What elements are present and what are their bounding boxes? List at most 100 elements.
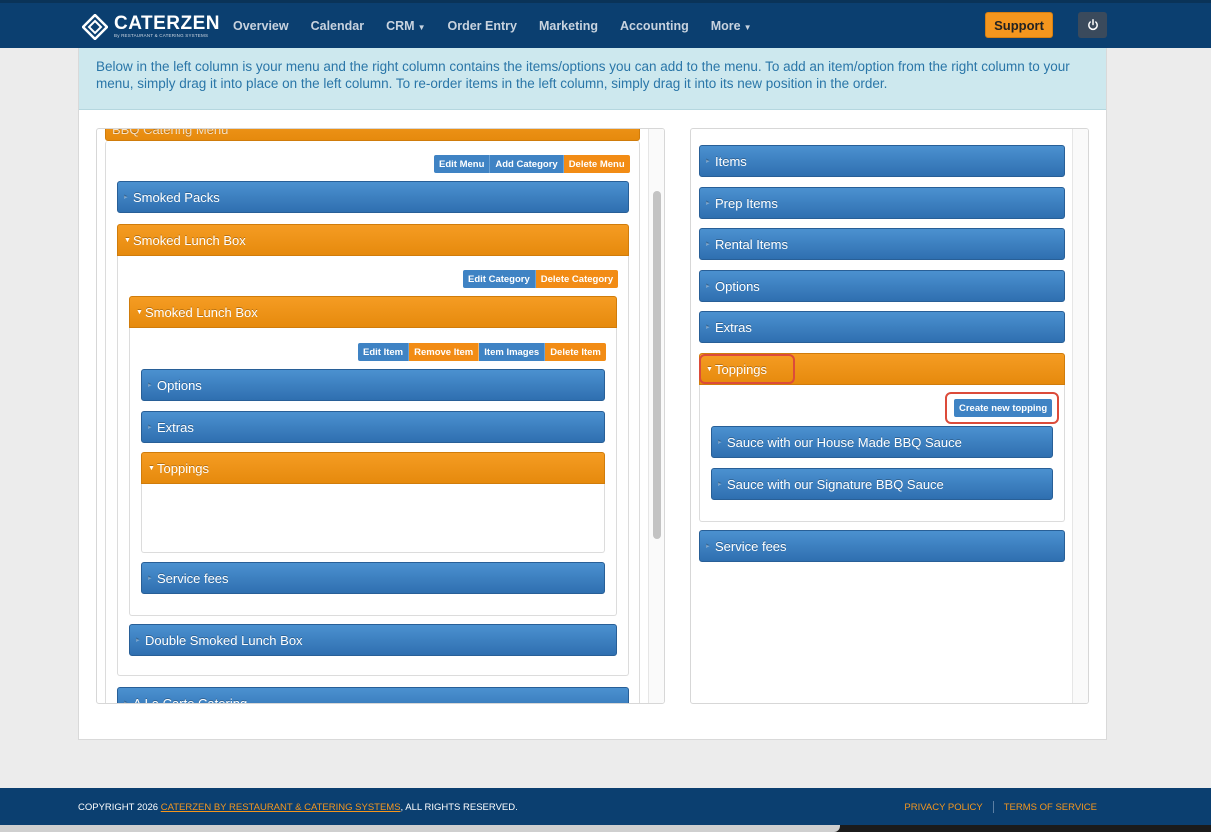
right-scrollbar[interactable]	[1072, 129, 1088, 703]
library-label: Extras	[715, 319, 752, 335]
category-label: Smoked Packs	[133, 189, 220, 205]
item-button-group: Edit Item Remove Item Item Images Delete…	[358, 343, 606, 361]
drag-arrow-icon: ▸	[718, 439, 722, 446]
collapse-arrow-icon: ▸	[706, 200, 710, 207]
window-bottom-edge-light	[0, 825, 840, 832]
library-items[interactable]: ▸ Items	[699, 145, 1065, 177]
collapse-arrow-icon: ▸	[124, 700, 128, 704]
sub-options[interactable]: ▸ Options	[141, 369, 605, 401]
nav-marketing[interactable]: Marketing	[528, 19, 609, 33]
category-button-group: Edit Category Delete Category	[463, 270, 619, 288]
collapse-arrow-icon: ▸	[148, 424, 152, 431]
topping-signature-bbq[interactable]: ▸ Sauce with our Signature BBQ Sauce	[711, 468, 1053, 500]
main-container: Below in the left column is your menu an…	[78, 48, 1107, 740]
create-topping-highlight-annotation	[945, 392, 1059, 424]
copyright-prefix: COPYRIGHT 2026	[78, 802, 159, 813]
diamond-logo-icon	[82, 14, 108, 40]
collapse-arrow-icon: ▸	[148, 575, 152, 582]
nav-overview[interactable]: Overview	[222, 19, 300, 33]
toppings-drop-zone[interactable]	[141, 484, 605, 553]
edit-item-button[interactable]: Edit Item	[358, 343, 410, 361]
copyright-suffix: , ALL RIGHTS RESERVED.	[400, 802, 518, 813]
privacy-policy-link[interactable]: PRIVACY POLICY	[894, 802, 992, 813]
library-label: Prep Items	[715, 195, 778, 211]
expand-arrow-icon: ▼	[148, 464, 155, 472]
menu-builder-panel: BBQ Catering Menu Edit Menu Add Category…	[96, 128, 665, 704]
category-smoked-packs[interactable]: ▸ Smoked Packs	[117, 181, 629, 213]
nav-more-label: More	[710, 18, 741, 33]
collapse-arrow-icon: ▸	[706, 241, 710, 248]
expand-arrow-icon: ▼	[136, 308, 143, 316]
sub-toppings[interactable]: ▼ Toppings	[141, 452, 605, 484]
sub-label: Service fees	[157, 570, 229, 586]
delete-menu-button[interactable]: Delete Menu	[563, 155, 630, 173]
item-double-smoked-lunch-box[interactable]: ▸ Double Smoked Lunch Box	[129, 624, 617, 656]
collapse-arrow-icon: ▸	[706, 283, 710, 290]
category-label: Smoked Lunch Box	[133, 232, 246, 248]
collapse-arrow-icon: ▸	[124, 194, 128, 201]
item-label: Smoked Lunch Box	[145, 304, 258, 320]
topping-label: Sauce with our Signature BBQ Sauce	[727, 476, 944, 492]
library-label: Service fees	[715, 538, 787, 554]
footer-links: PRIVACY POLICY TERMS OF SERVICE	[894, 801, 1107, 813]
library-rental-items[interactable]: ▸ Rental Items	[699, 228, 1065, 260]
item-smoked-lunch-box[interactable]: ▼ Smoked Lunch Box	[129, 296, 617, 328]
logo-name: CATERZEN	[114, 13, 221, 34]
power-icon	[1087, 19, 1098, 31]
collapse-arrow-icon: ▸	[706, 543, 710, 550]
remove-item-button[interactable]: Remove Item	[409, 343, 480, 361]
toppings-highlight-annotation	[699, 354, 795, 384]
scrollbar-thumb[interactable]	[653, 191, 661, 539]
nav-links: Overview Calendar CRM ▼ Order Entry Marke…	[222, 3, 763, 48]
delete-item-button[interactable]: Delete Item	[545, 343, 606, 361]
library-label: Items	[715, 153, 747, 169]
available-items-panel: ▸ Items ▸ Prep Items ▸ Rental Items ▸ Option…	[690, 128, 1089, 704]
sub-label: Extras	[157, 419, 194, 435]
sub-label: Toppings	[157, 460, 210, 476]
topping-house-made-bbq[interactable]: ▸ Sauce with our House Made BBQ Sauce	[711, 426, 1053, 458]
menu-title: BBQ Catering Menu	[112, 128, 229, 137]
category-smoked-lunch-box[interactable]: ▼ Smoked Lunch Box	[117, 224, 629, 256]
collapse-arrow-icon: ▸	[148, 382, 152, 389]
nav-accounting[interactable]: Accounting	[609, 19, 700, 33]
power-button[interactable]	[1078, 12, 1107, 38]
delete-category-button[interactable]: Delete Category	[535, 270, 619, 288]
support-button[interactable]: Support	[985, 12, 1053, 38]
logo-subtitle: By RESTAURANT & CATERING SYSTEMS	[114, 33, 209, 38]
sub-extras[interactable]: ▸ Extras	[141, 411, 605, 443]
terms-of-service-link[interactable]: TERMS OF SERVICE	[994, 802, 1107, 813]
instructions-banner: Below in the left column is your menu an…	[79, 48, 1106, 110]
footer: COPYRIGHT 2026 CATERZEN BY RESTAURANT & …	[0, 788, 1211, 825]
copyright: COPYRIGHT 2026 CATERZEN BY RESTAURANT & …	[78, 802, 518, 813]
library-prep-items[interactable]: ▸ Prep Items	[699, 187, 1065, 219]
expand-arrow-icon: ▼	[124, 236, 131, 244]
library-options[interactable]: ▸ Options	[699, 270, 1065, 302]
nav-more[interactable]: More ▼	[700, 19, 763, 33]
library-service-fees[interactable]: ▸ Service fees	[699, 530, 1065, 562]
collapse-arrow-icon: ▸	[706, 158, 710, 165]
collapse-arrow-icon: ▸	[706, 324, 710, 331]
collapse-arrow-icon: ▸	[136, 637, 140, 644]
nav-order-entry[interactable]: Order Entry	[436, 19, 527, 33]
top-navbar: CATERZEN By RESTAURANT & CATERING SYSTEM…	[0, 0, 1211, 48]
caret-down-icon: ▼	[743, 22, 752, 32]
company-link[interactable]: CATERZEN BY RESTAURANT & CATERING SYSTEM…	[161, 802, 401, 813]
nav-calendar[interactable]: Calendar	[300, 19, 376, 33]
library-label: Rental Items	[715, 236, 788, 252]
sub-label: Options	[157, 377, 202, 393]
nav-crm[interactable]: CRM ▼	[375, 19, 436, 33]
caterzen-logo[interactable]: CATERZEN By RESTAURANT & CATERING SYSTEM…	[82, 11, 220, 43]
item-images-button[interactable]: Item Images	[479, 343, 546, 361]
drag-arrow-icon: ▸	[718, 481, 722, 488]
menu-button-group: Edit Menu Add Category Delete Menu	[434, 155, 630, 173]
category-label: A La Carte Catering	[133, 695, 248, 704]
menu-header-bar[interactable]: BBQ Catering Menu	[105, 128, 640, 141]
category-a-la-carte[interactable]: ▸ A La Carte Catering	[117, 687, 629, 704]
sub-service-fees[interactable]: ▸ Service fees	[141, 562, 605, 594]
left-scrollbar[interactable]	[648, 129, 664, 703]
edit-category-button[interactable]: Edit Category	[463, 270, 536, 288]
library-extras[interactable]: ▸ Extras	[699, 311, 1065, 343]
caret-down-icon: ▼	[417, 22, 426, 32]
add-category-button[interactable]: Add Category	[490, 155, 564, 173]
edit-menu-button[interactable]: Edit Menu	[434, 155, 491, 173]
